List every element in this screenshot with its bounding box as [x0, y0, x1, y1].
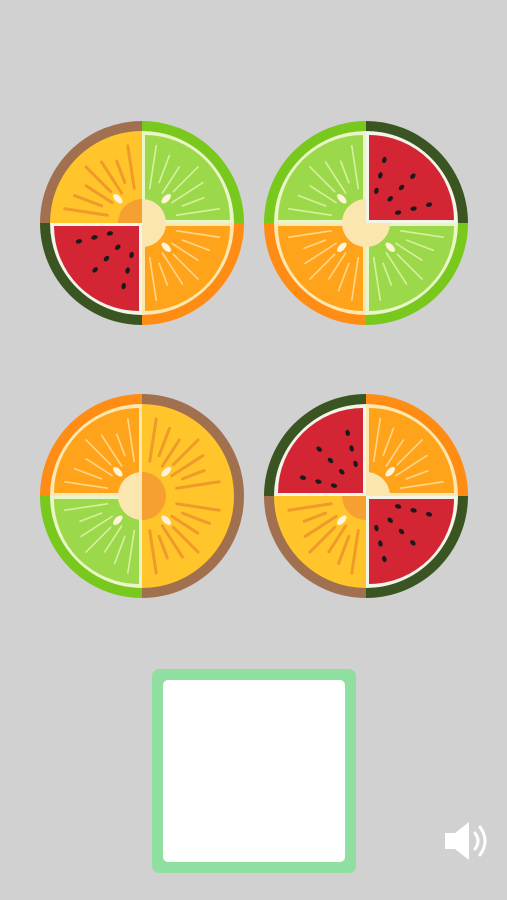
watermelon-quadrant	[40, 223, 142, 325]
watermelon-quadrant	[264, 394, 366, 496]
lime-quadrant	[366, 223, 468, 325]
fruit-tile-3[interactable]	[39, 393, 245, 599]
watermelon-quadrant	[366, 121, 468, 223]
fruit-tile-1[interactable]	[39, 120, 245, 326]
orange-quadrant	[40, 394, 142, 496]
orange-dark-quadrant	[40, 121, 142, 223]
lime-quadrant	[40, 496, 142, 598]
fruit-tile-4[interactable]	[263, 393, 469, 599]
orange-dark-quadrant	[142, 496, 244, 598]
orange-quadrant	[366, 394, 468, 496]
lime-quadrant	[264, 121, 366, 223]
orange-dark-quadrant	[142, 394, 244, 496]
fruit-tile-2[interactable]	[263, 120, 469, 326]
answer-slot[interactable]	[152, 669, 356, 873]
lime-quadrant	[142, 121, 244, 223]
answer-slot-inner	[163, 680, 345, 862]
orange-dark-quadrant	[264, 496, 366, 598]
watermelon-quadrant	[366, 496, 468, 598]
speaker-icon[interactable]	[441, 818, 493, 864]
orange-quadrant	[264, 223, 366, 325]
orange-quadrant	[142, 223, 244, 325]
